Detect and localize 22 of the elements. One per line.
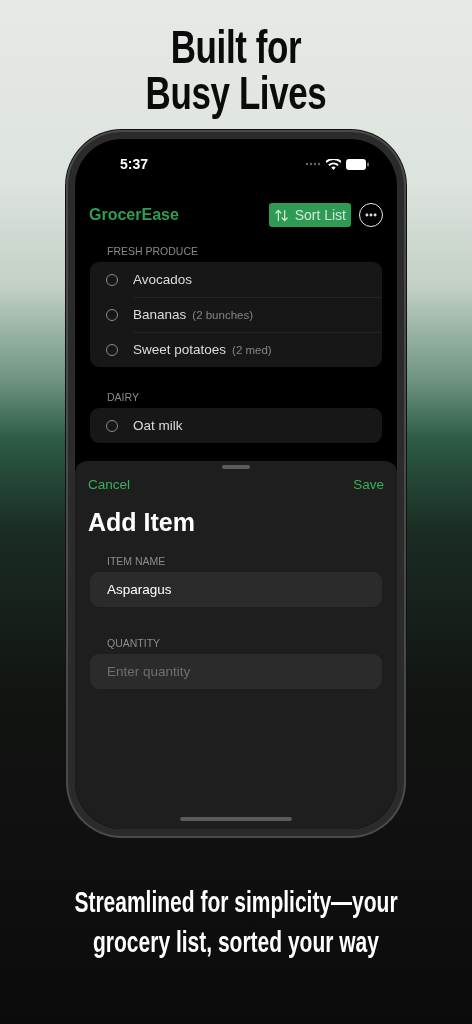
field-label: QUANTITY	[106, 637, 162, 651]
item-name: Bananas	[133, 307, 187, 322]
status-time: 5:37	[120, 156, 149, 172]
wifi-icon	[326, 158, 341, 170]
signal-icon	[305, 162, 321, 166]
input-field[interactable]: Asparagus	[90, 572, 382, 607]
battery-icon	[346, 158, 369, 170]
tagline: Streamlined for simplicity—your grocery list, sorted your way	[73, 884, 399, 960]
section-header: FRESH PRODUCE	[106, 245, 199, 259]
item-quantity: (2 med)	[232, 343, 272, 356]
app-title: GrocerEase	[89, 206, 179, 224]
save-button[interactable]: Save	[353, 477, 384, 492]
item-name: Oat milk	[133, 418, 183, 433]
input-field[interactable]: Enter quantity	[90, 654, 382, 689]
sheet-title: Add Item	[87, 507, 196, 537]
item-name: Avocados	[133, 272, 193, 287]
item-name: Sweet potatoes	[133, 342, 227, 357]
sort-arrows-icon	[273, 207, 289, 223]
cancel-button[interactable]: Cancel	[88, 477, 131, 492]
field-label: ITEM NAME	[106, 555, 167, 569]
section-header: DAIRY	[106, 391, 140, 405]
item-quantity: (2 bunches)	[192, 308, 254, 321]
